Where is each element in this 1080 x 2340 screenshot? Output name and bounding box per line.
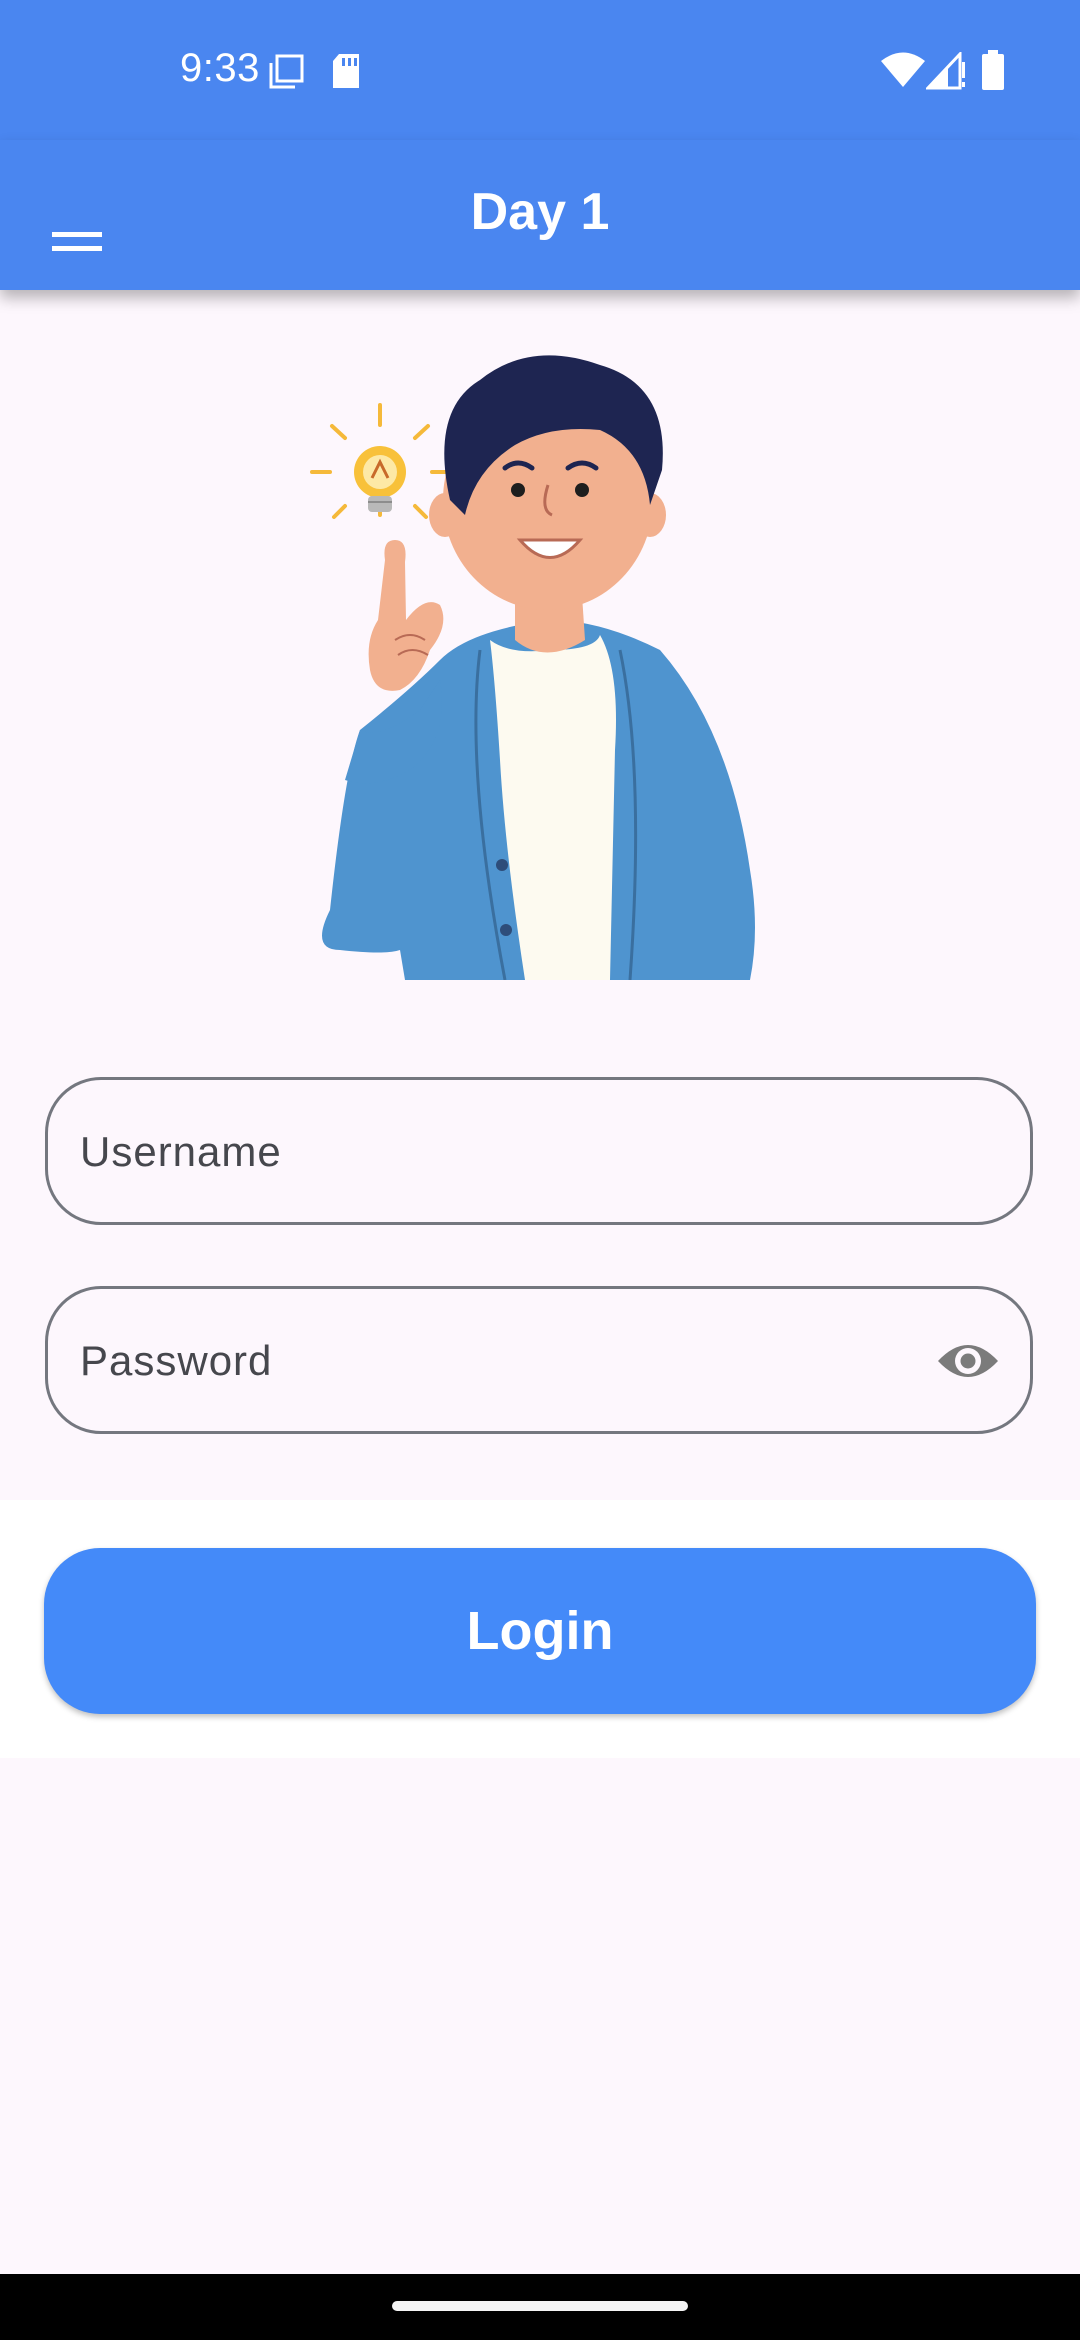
status-bar: 9:33 <box>0 0 1080 140</box>
screenshot-icon <box>269 54 304 89</box>
login-area: Login <box>0 1500 1080 1758</box>
cell-signal-icon <box>926 52 965 90</box>
battery-icon <box>982 50 1004 90</box>
app-bar: Day 1 <box>0 140 1080 290</box>
username-field[interactable]: Username <box>45 1077 1033 1225</box>
navigation-bar <box>0 2274 1080 2340</box>
sd-card-icon <box>333 54 359 88</box>
eye-icon <box>938 1345 998 1377</box>
password-field[interactable]: Password <box>45 1286 1033 1434</box>
status-time: 9:33 <box>180 46 260 90</box>
username-placeholder: Username <box>80 1128 282 1175</box>
home-gesture-handle[interactable] <box>392 2301 688 2311</box>
password-placeholder: Password <box>80 1337 273 1384</box>
wifi-icon <box>881 52 925 87</box>
page-title: Day 1 <box>470 183 610 241</box>
login-button[interactable]: Login <box>44 1548 1036 1714</box>
password-visibility-toggle[interactable] <box>936 1335 1000 1387</box>
character-illustration <box>310 355 755 980</box>
